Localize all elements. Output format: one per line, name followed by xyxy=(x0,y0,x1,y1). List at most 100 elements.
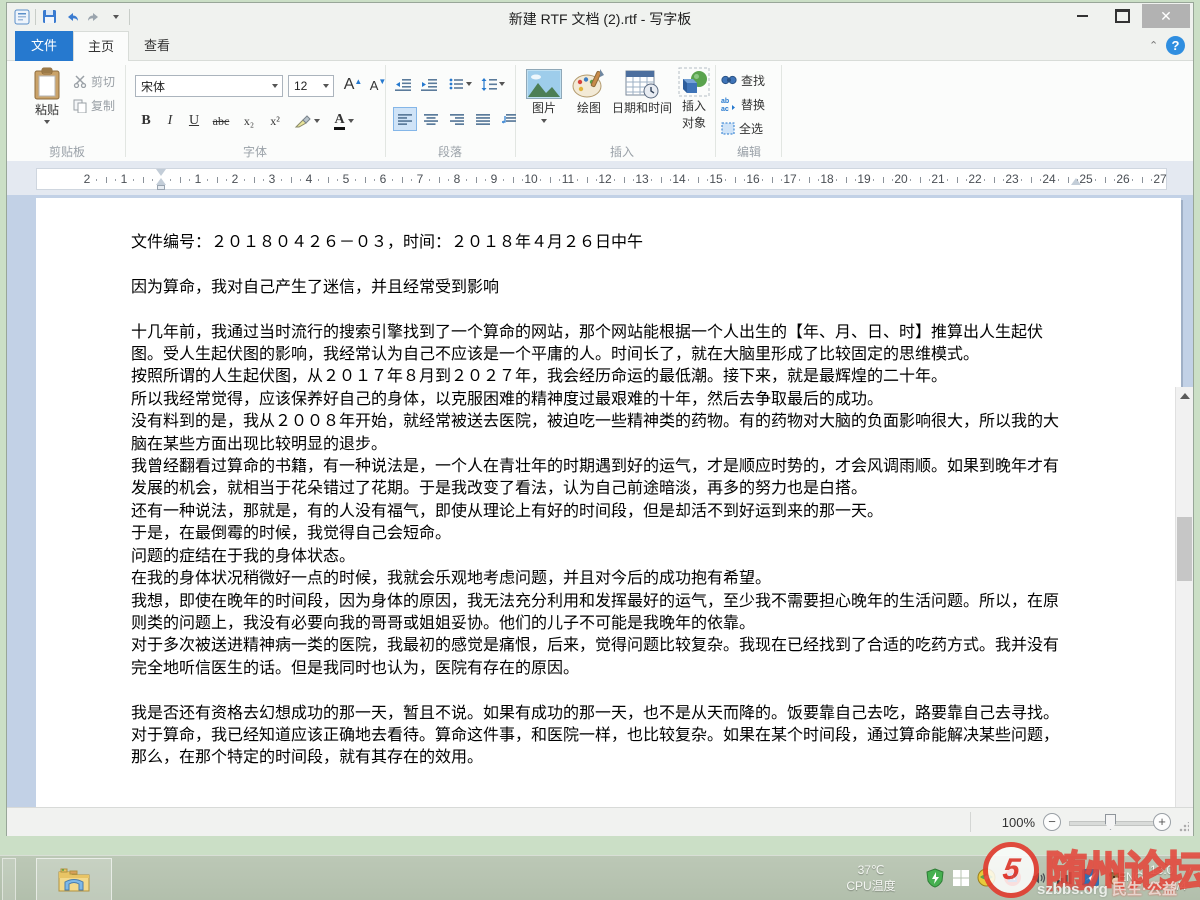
paste-icon xyxy=(33,67,61,101)
group-divider xyxy=(715,65,716,157)
input-method-icon[interactable] xyxy=(1002,867,1023,888)
ruler-tick xyxy=(1105,177,1106,183)
font-color-dropdown-icon xyxy=(348,119,354,123)
picture-icon xyxy=(526,69,562,99)
insert-object-button[interactable]: 插入 对象 xyxy=(675,67,713,131)
align-left-button[interactable] xyxy=(393,107,417,131)
ruler-tick xyxy=(735,177,736,183)
decrease-indent-button[interactable] xyxy=(395,73,412,95)
subscript-button[interactable]: x₂ xyxy=(237,109,261,133)
line-spacing-button[interactable] xyxy=(481,73,505,95)
picture-button[interactable]: 图片 xyxy=(521,69,567,123)
document-paragraph: 文件编号：２０１８０４２６－０３，时间：２０１８年４月２６日中午 xyxy=(131,232,1069,254)
copy-button[interactable]: 复制 xyxy=(73,97,115,114)
drawing-button[interactable]: 绘图 xyxy=(569,69,609,116)
increase-indent-button[interactable] xyxy=(421,73,438,95)
superscript-label: x² xyxy=(270,114,280,129)
find-icon xyxy=(721,74,737,86)
speaker-icon[interactable] xyxy=(1028,867,1049,888)
document-page[interactable]: 文件编号：２０１８０４２６－０３，时间：２０１８年４月２６日中午 因为算命，我对… xyxy=(36,198,1181,807)
tab-view[interactable]: 查看 xyxy=(129,31,185,61)
maximize-button[interactable] xyxy=(1102,4,1142,28)
document-text[interactable]: 文件编号：２０１８０４２６－０３，时间：２０１８年４月２６日中午 因为算命，我对… xyxy=(131,232,1069,770)
ruler-tick xyxy=(873,179,874,181)
select-all-button[interactable]: 全选 xyxy=(721,119,763,137)
ruler-number: 3 xyxy=(265,172,279,186)
grow-font-button[interactable]: A▲ xyxy=(340,73,366,97)
ruler-tick xyxy=(540,179,541,181)
insert-object-label-2: 对象 xyxy=(682,114,706,131)
zoom-slider-thumb[interactable] xyxy=(1105,814,1116,830)
hanging-indent-marker[interactable] xyxy=(156,178,166,185)
windows-logo-icon[interactable] xyxy=(950,867,971,888)
highlight-color-button[interactable] xyxy=(291,109,323,133)
paragraph-dialog-button[interactable] xyxy=(497,107,521,131)
list-button[interactable] xyxy=(449,73,472,95)
font-size-combo[interactable]: 12 xyxy=(288,75,334,97)
cut-button[interactable]: 剪切 xyxy=(73,73,115,90)
scrollbar-thumb[interactable] xyxy=(1177,517,1192,581)
cpu-temp-widget[interactable]: 37℃ CPU温度 xyxy=(826,862,916,894)
datetime-label: 日期和时间 xyxy=(612,99,672,116)
font-name-combo[interactable]: 宋体 xyxy=(135,75,283,97)
language-indicator[interactable]: ENG xyxy=(1118,870,1144,884)
zoom-out-button[interactable]: − xyxy=(1043,813,1061,831)
scroll-up-icon[interactable] xyxy=(1180,393,1190,399)
strikethrough-button[interactable]: abc xyxy=(207,109,235,133)
ruler-number: 14 xyxy=(672,172,686,186)
ruler-number: 6 xyxy=(376,172,390,186)
align-right-button[interactable] xyxy=(445,107,469,131)
insert-group-label: 插入 xyxy=(567,143,677,160)
font-color-button[interactable]: A xyxy=(327,109,361,133)
select-all-label: 全选 xyxy=(739,120,763,137)
antivirus-ball-icon[interactable] xyxy=(976,867,997,888)
ruler-number: 1 xyxy=(191,172,205,186)
document-paragraph: 问题的症结在于我的身体状态。 xyxy=(131,546,1069,568)
justify-button[interactable] xyxy=(471,107,495,131)
security-shield-icon[interactable] xyxy=(924,867,945,888)
subscript-label: x₂ xyxy=(244,114,254,129)
underline-button[interactable]: U xyxy=(183,109,205,133)
resize-grip[interactable] xyxy=(1179,822,1189,832)
help-button[interactable]: ? xyxy=(1166,36,1185,55)
line-spacing-icon xyxy=(481,78,497,91)
close-icon: ✕ xyxy=(1160,8,1172,25)
close-button[interactable]: ✕ xyxy=(1142,4,1190,28)
messenger-icon[interactable] xyxy=(1080,867,1101,888)
replace-button[interactable]: abac 替换 xyxy=(721,95,765,113)
shrink-font-button[interactable]: A▼ xyxy=(366,73,390,97)
tab-file[interactable]: 文件 xyxy=(15,31,73,61)
paste-button[interactable]: 粘贴 xyxy=(23,67,71,124)
vertical-scrollbar[interactable] xyxy=(1175,387,1193,807)
ruler-tick xyxy=(707,179,708,181)
first-line-indent-marker[interactable] xyxy=(156,169,166,176)
left-indent-marker[interactable] xyxy=(157,185,165,190)
datetime-button[interactable]: 日期和时间 xyxy=(611,69,673,116)
ruler-tick xyxy=(670,179,671,181)
ruler-tick xyxy=(476,177,477,183)
start-button-edge[interactable] xyxy=(2,858,16,900)
superscript-button[interactable]: x² xyxy=(263,109,287,133)
document-paragraph: 对于算命，我已经知道应该正确地去看待。算命这件事，和医院一样，也比较复杂。如果在… xyxy=(131,725,1069,770)
tab-home[interactable]: 主页 xyxy=(73,31,129,62)
ruler-tick xyxy=(522,179,523,181)
ruler-tick xyxy=(300,179,301,181)
bold-button[interactable]: B xyxy=(135,109,157,133)
insert-object-label-1: 插入 xyxy=(682,97,706,114)
shrink-arrow-icon: ▼ xyxy=(378,77,386,86)
zoom-in-button[interactable]: + xyxy=(1153,813,1171,831)
ruler-tick xyxy=(725,179,726,181)
network-signal-icon[interactable] xyxy=(1054,867,1075,888)
minimize-button[interactable] xyxy=(1062,4,1102,28)
ruler-tick xyxy=(402,177,403,183)
italic-button[interactable]: I xyxy=(159,109,181,133)
collapse-ribbon-icon[interactable]: ⌃ xyxy=(1149,41,1159,51)
cut-icon xyxy=(73,75,87,88)
ruler-tick xyxy=(836,179,837,181)
taskbar-explorer-button[interactable] xyxy=(36,858,112,900)
ruler-number: 11 xyxy=(561,172,575,186)
find-button[interactable]: 查找 xyxy=(721,71,765,89)
ruler-tick xyxy=(143,177,144,183)
align-center-button[interactable] xyxy=(419,107,443,131)
taskbar-clock[interactable]: 13:0 2018/4 xyxy=(1150,862,1200,894)
